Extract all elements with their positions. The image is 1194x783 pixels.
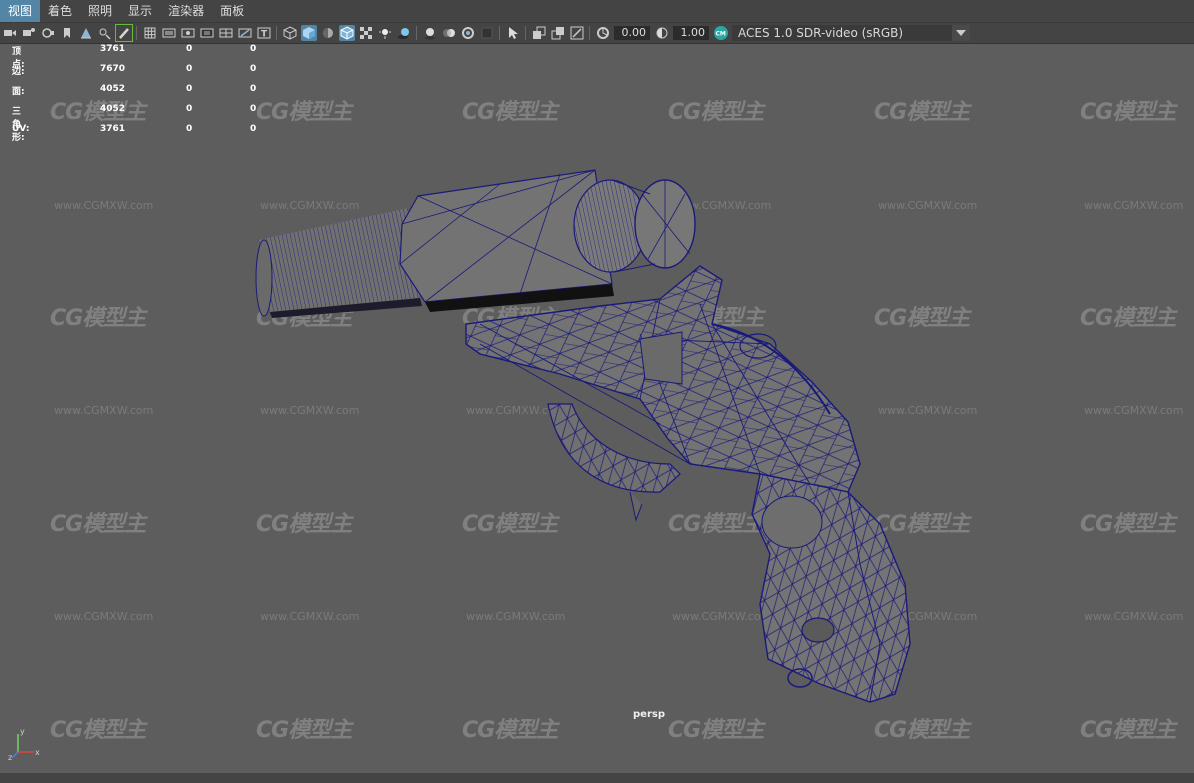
hud-value: 0	[186, 84, 193, 94]
hud-value: 7670	[100, 64, 126, 74]
screen-space-ao-icon[interactable]	[422, 25, 438, 41]
resolution-gate-icon[interactable]	[180, 25, 196, 41]
camera-attributes-icon[interactable]	[21, 25, 37, 41]
use-all-lights-icon[interactable]	[377, 25, 393, 41]
hud-value: 0	[250, 84, 257, 94]
grid-icon[interactable]	[142, 25, 158, 41]
wireframe-shading-icon[interactable]	[282, 25, 298, 41]
toolbar-separator	[499, 26, 500, 40]
hud-value: 0	[250, 104, 257, 114]
default-material-icon[interactable]	[320, 25, 336, 41]
camera-select-icon[interactable]	[2, 25, 18, 41]
2d-pan-zoom-icon[interactable]	[97, 25, 113, 41]
flare-gun-mesh[interactable]	[0, 44, 1194, 783]
film-gate-icon[interactable]	[161, 25, 177, 41]
menu-lighting[interactable]: 照明	[80, 0, 120, 22]
toolbar-separator	[276, 26, 277, 40]
exposure-icon[interactable]	[595, 25, 611, 41]
camera-name-label: persp	[633, 709, 665, 720]
svg-text:y: y	[20, 727, 25, 736]
hud-value: 0	[250, 44, 257, 54]
multisample-aa-icon[interactable]	[460, 25, 476, 41]
toolbar-separator	[416, 26, 417, 40]
motion-blur-icon[interactable]	[441, 25, 457, 41]
panel-toolbar: T 0.00 1.00 CM ACES 1.0 SDR-video (sRGB)	[0, 23, 1194, 44]
hud-value: 0	[186, 44, 193, 54]
menu-panels[interactable]: 面板	[212, 0, 252, 22]
xray-icon[interactable]	[531, 25, 547, 41]
gamma-icon[interactable]	[654, 25, 670, 41]
hud-label: 面:	[12, 87, 25, 97]
muzzle-cap	[573, 179, 696, 273]
gate-mask-icon[interactable]	[199, 25, 215, 41]
hud-value: 0	[186, 64, 193, 74]
depth-of-field-icon[interactable]	[479, 25, 495, 41]
hud-value: 0	[250, 64, 257, 74]
image-plane-icon[interactable]	[78, 25, 94, 41]
xray-joints-icon[interactable]	[569, 25, 585, 41]
menu-view[interactable]: 视图	[0, 0, 41, 22]
svg-text:x: x	[35, 748, 40, 757]
textured-icon[interactable]	[358, 25, 374, 41]
menu-renderer[interactable]: 渲染器	[160, 0, 212, 22]
barrel-tube	[255, 208, 422, 318]
hud-label: 边:	[12, 67, 25, 77]
smooth-shade-icon[interactable]	[300, 25, 317, 41]
grip	[751, 473, 911, 703]
perspective-viewport[interactable]: CG模型主 CG模型主 CG模型主 CG模型主 www.CGMXW.com www.CGM…	[0, 44, 1194, 783]
hud-value: 0	[186, 124, 193, 134]
xray-active-components-icon[interactable]	[550, 25, 566, 41]
chevron-down-icon	[952, 25, 970, 41]
color-management-icon[interactable]: CM	[713, 25, 729, 41]
axis-gizmo-icon: y x z	[8, 727, 40, 762]
camera-tumble-icon[interactable]	[40, 25, 56, 41]
menu-show[interactable]: 显示	[120, 0, 160, 22]
isolate-select-icon[interactable]	[505, 25, 521, 41]
toolbar-separator	[589, 26, 590, 40]
gamma-field[interactable]: 1.00	[673, 26, 709, 40]
grease-pencil-icon[interactable]	[114, 24, 133, 42]
menu-shading[interactable]: 着色	[40, 0, 80, 22]
toolbar-separator	[525, 26, 526, 40]
field-chart-icon[interactable]	[218, 25, 234, 41]
hud-value: 3761	[100, 44, 126, 54]
toolbar-separator	[136, 26, 137, 40]
hud-value: 0	[186, 104, 193, 114]
panel-menu-bar: 视图 着色 照明 显示 渲染器 面板	[0, 0, 1194, 23]
safe-title-icon[interactable]: T	[256, 25, 272, 41]
hud-value: 4052	[100, 84, 126, 94]
hud-label: UV:	[12, 124, 30, 134]
viewport-bottom-edge	[0, 773, 1194, 783]
safe-action-icon[interactable]	[237, 25, 253, 41]
hud-value: 0	[250, 124, 257, 134]
svg-text:z: z	[8, 753, 12, 762]
exposure-field[interactable]: 0.00	[614, 26, 650, 40]
view-transform-label: ACES 1.0 SDR-video (sRGB)	[738, 26, 904, 40]
bookmark-icon[interactable]	[59, 25, 75, 41]
view-transform-dropdown[interactable]: ACES 1.0 SDR-video (sRGB)	[732, 25, 970, 41]
hud-value: 4052	[100, 104, 126, 114]
svg-text:T: T	[261, 30, 268, 40]
svg-text:CM: CM	[715, 31, 725, 38]
shadows-icon[interactable]	[396, 25, 412, 41]
hud-value: 3761	[100, 124, 126, 134]
wireframe-on-shaded-icon[interactable]	[338, 25, 355, 41]
